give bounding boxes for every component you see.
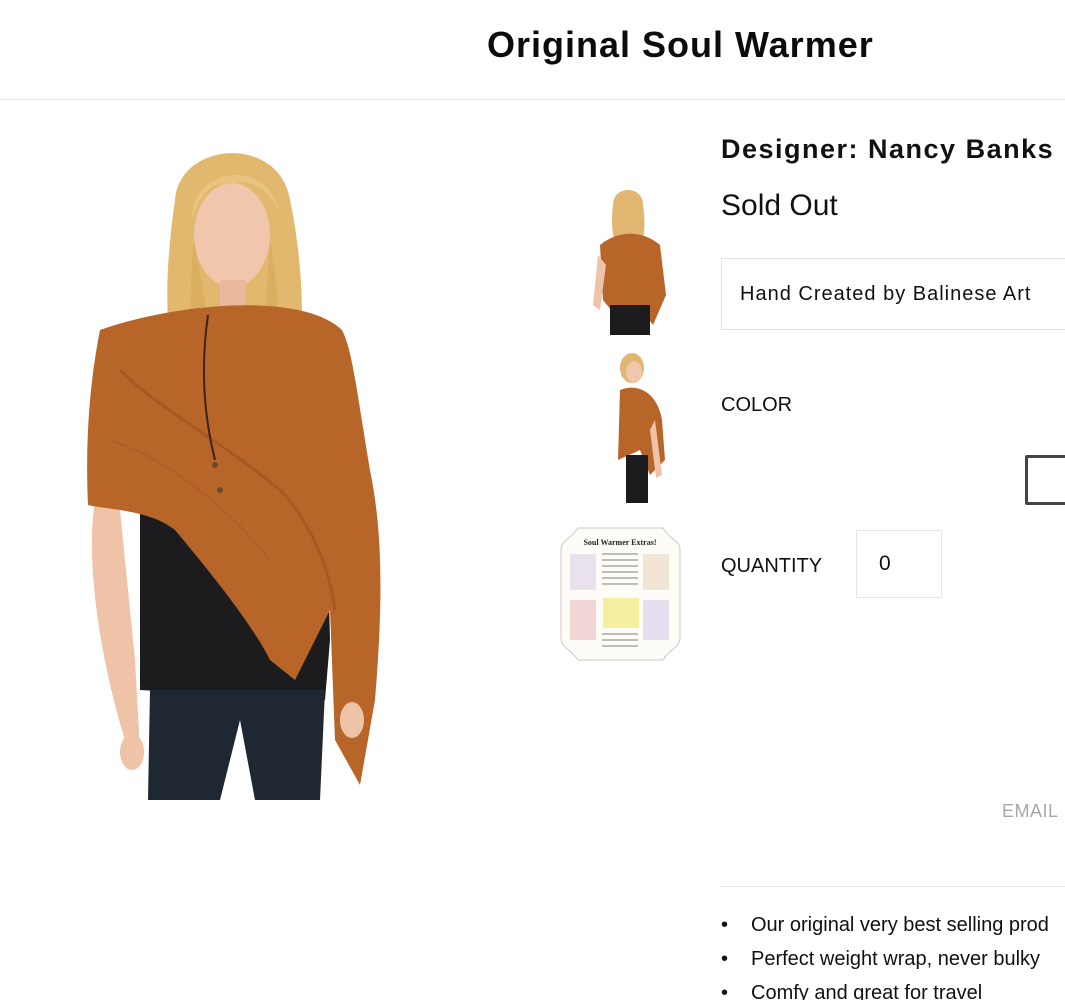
- designer-name: Designer: Nancy Banks: [721, 134, 1055, 164]
- feature-item: Our original very best selling prod: [721, 908, 1049, 942]
- quantity-label: QUANTITY: [721, 555, 823, 577]
- extras-card-heading: Soul Warmer Extras!: [583, 538, 656, 547]
- feature-item: Comfy and great for travel: [721, 976, 1049, 1000]
- description-divider: [721, 886, 1065, 887]
- header-divider: [0, 99, 1065, 100]
- origin-info-box: Hand Created by Balinese Art: [721, 258, 1065, 330]
- origin-text: Hand Created by Balinese Art: [740, 283, 1032, 305]
- product-title: Original Soul Warmer: [487, 24, 874, 65]
- thumbnail-extras-card[interactable]: Soul Warmer Extras!: [558, 520, 683, 668]
- quantity-input[interactable]: [856, 530, 942, 598]
- thumbnail-side-view[interactable]: [600, 350, 670, 505]
- product-page: Original Soul Warmer Soul Warmer Extras!…: [0, 0, 1065, 1000]
- color-swatch[interactable]: [1025, 455, 1065, 505]
- color-label: COLOR: [721, 394, 793, 416]
- availability-status: Sold Out: [721, 189, 838, 222]
- feature-item: Perfect weight wrap, never bulky: [721, 942, 1049, 976]
- feature-list: Our original very best selling prod Perf…: [721, 908, 1049, 1000]
- thumbnail-back-view[interactable]: [588, 185, 668, 337]
- main-product-image[interactable]: [80, 140, 390, 800]
- email-link[interactable]: EMAIL: [1002, 801, 1059, 822]
